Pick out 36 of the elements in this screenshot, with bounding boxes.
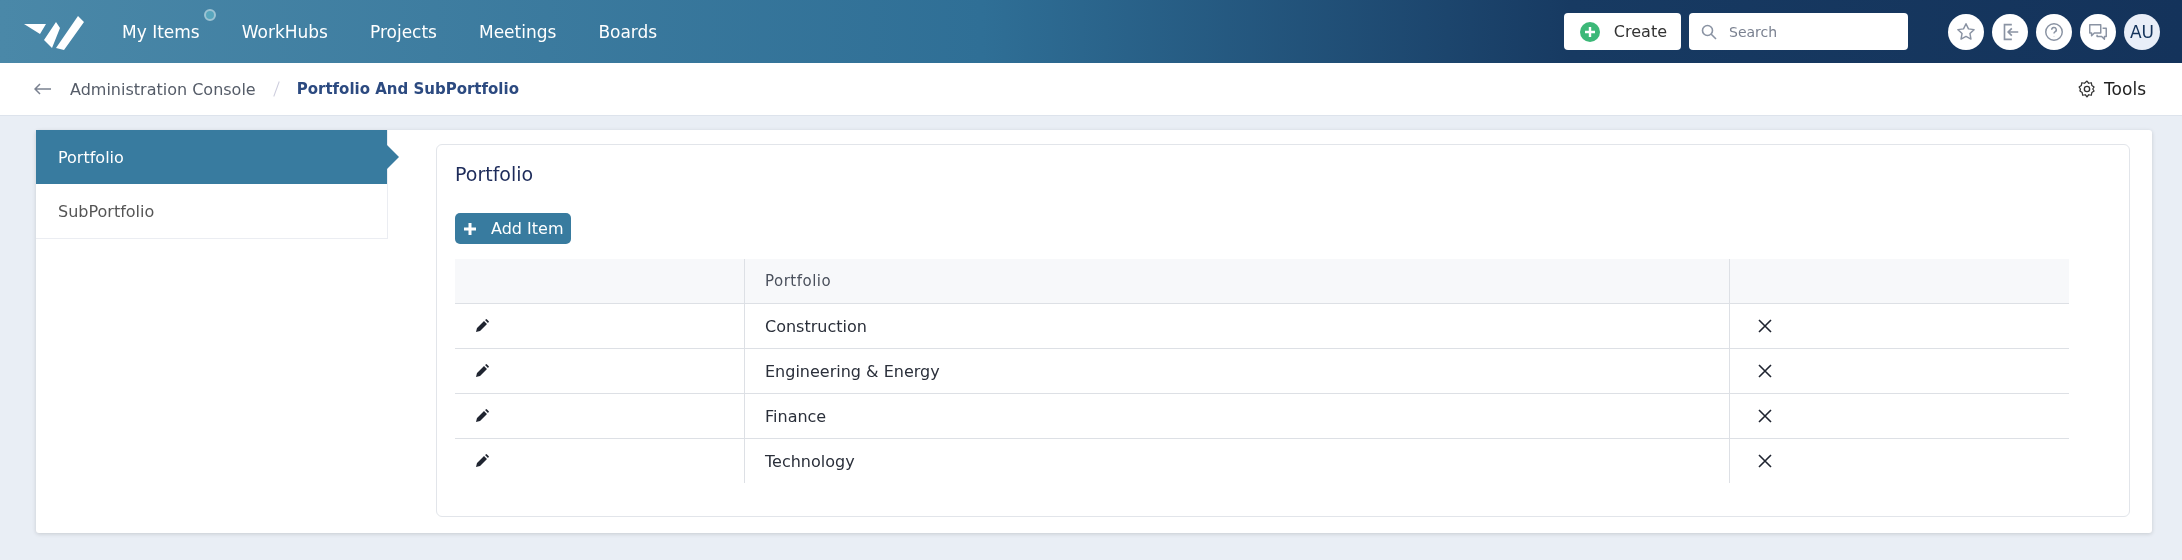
- nav-link[interactable]: Projects: [369, 21, 437, 42]
- close-icon[interactable]: [1758, 454, 1772, 468]
- pencil-icon[interactable]: [475, 319, 489, 333]
- nav-link[interactable]: Meetings: [479, 21, 557, 42]
- create-button[interactable]: Create: [1563, 13, 1681, 50]
- selection-pointer: [387, 145, 399, 169]
- add-item-button[interactable]: Add Item: [455, 213, 572, 244]
- breadcrumb-link[interactable]: Administration Console: [70, 79, 256, 99]
- nav-link[interactable]: My Items: [122, 21, 200, 42]
- gear-icon: [2077, 79, 2098, 99]
- sign-in-icon[interactable]: [1992, 13, 2028, 50]
- table-cell: Technology: [744, 438, 1730, 483]
- pencil-icon[interactable]: [475, 409, 489, 423]
- column-header: Portfolio: [744, 259, 1730, 304]
- breadcrumb-current: Portfolio And SubPortfolio: [296, 80, 519, 98]
- sidebar-item[interactable]: SubPortfolio: [36, 184, 387, 238]
- nav-link[interactable]: WorkHubs: [241, 21, 328, 42]
- panel-title: Portfolio: [455, 163, 535, 185]
- pencil-icon[interactable]: [475, 454, 489, 468]
- plus-icon: [1579, 21, 1600, 42]
- table-cell: Finance: [744, 393, 1730, 439]
- tools-button[interactable]: Tools: [2071, 78, 2152, 100]
- help-icon[interactable]: [2036, 13, 2072, 50]
- search-field[interactable]: Search: [1689, 13, 1908, 50]
- close-icon[interactable]: [1758, 319, 1772, 333]
- pencil-icon[interactable]: [475, 364, 489, 378]
- plus-icon: [463, 221, 477, 236]
- close-icon[interactable]: [1758, 364, 1772, 378]
- table-cell: Engineering & Energy: [744, 348, 1730, 394]
- sidebar-item[interactable]: Portfolio: [36, 130, 387, 184]
- chat-icon[interactable]: [2080, 13, 2116, 50]
- table-cell: Construction: [744, 303, 1730, 349]
- user-avatar[interactable]: AU: [2124, 13, 2160, 50]
- nav-link[interactable]: Boards: [598, 21, 658, 42]
- back-arrow-icon[interactable]: [34, 83, 52, 95]
- close-icon[interactable]: [1758, 409, 1772, 423]
